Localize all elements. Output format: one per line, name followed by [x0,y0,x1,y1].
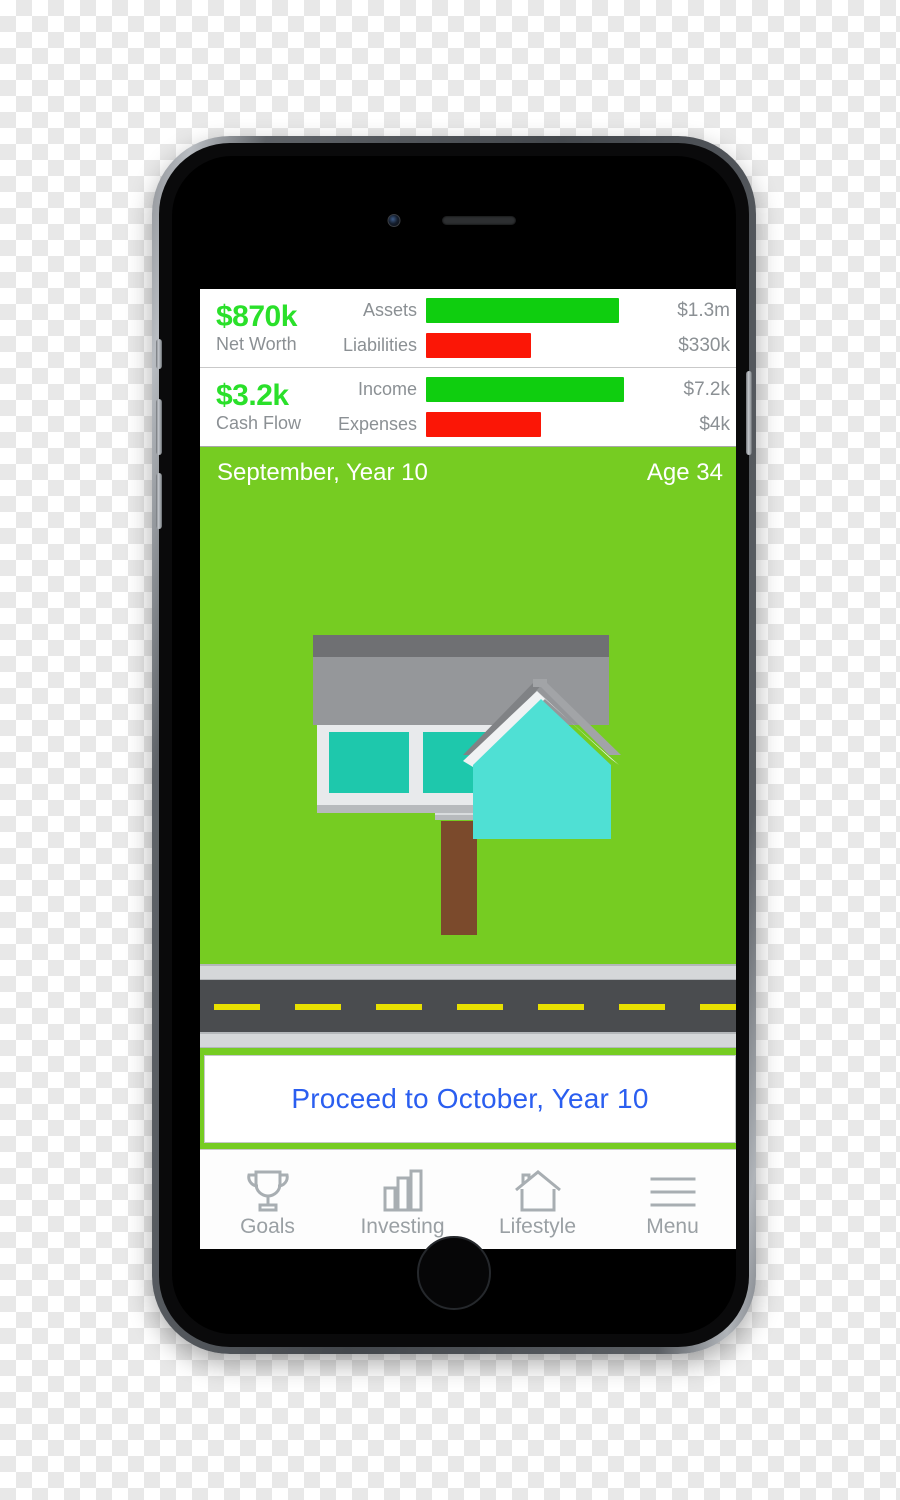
lane-dash [538,1004,584,1010]
asphalt [200,980,736,1032]
liabilities-bar-fill [426,333,532,358]
tab-menu-label: Menu [646,1215,699,1238]
lane-dash [619,1004,665,1010]
trophy-icon [243,1162,293,1214]
tab-goals[interactable]: Goals [200,1150,335,1249]
proceed-button[interactable]: Proceed to October, Year 10 [204,1055,736,1143]
earpiece-speaker-icon [442,216,516,225]
curb-bottom [200,1032,736,1048]
tab-investing[interactable]: Investing [335,1150,470,1249]
assets-bar-row: Assets $1.3m [334,298,730,323]
cash-flow-figure: $3.2k Cash Flow [216,378,328,435]
expenses-label: Expenses [337,414,417,434]
income-label: Income [357,379,417,399]
power-button[interactable] [746,371,752,455]
volume-down-button[interactable] [156,473,162,529]
liabilities-value: $330k [678,335,730,356]
current-age: Age 34 [646,459,723,486]
expenses-bar-track [426,412,692,437]
income-bar-fill [426,377,624,402]
house-svg [313,635,621,935]
silent-switch-button[interactable] [156,339,162,369]
volume-up-button[interactable] [156,399,162,455]
tab-lifestyle-label: Lifestyle [498,1215,577,1238]
lane-dash [376,1004,422,1010]
assets-value: $1.3m [677,300,730,321]
assets-label: Assets [362,300,417,320]
lane-dash [457,1004,503,1010]
cash-flow-amount: $3.2k [216,378,289,412]
assets-bar-fill [426,298,619,323]
liabilities-bar-row: Liabilities $330k [334,333,730,358]
proceed-button-label: Proceed to October, Year 10 [291,1083,649,1114]
income-value: $7.2k [683,379,730,400]
lifestyle-scene: September, Year 10 Age 34 [200,447,736,1050]
tab-goals-label: Goals [240,1215,295,1238]
income-bar-row: Income $7.2k [334,377,730,402]
cash-flow-summary[interactable]: $3.2k Cash Flow Income $7.2k Expenses $4… [200,368,736,447]
phone-body: $870k Net Worth Assets $1.3m Liabilities… [156,143,752,1347]
lane-dash [214,1004,260,1010]
cash-flow-bars: Income $7.2k Expenses $4k [328,377,730,437]
proceed-zone: Proceed to October, Year 10 [200,1050,736,1149]
bar-chart-icon [378,1162,428,1214]
net-worth-bars: Assets $1.3m Liabilities $330k [328,298,730,358]
date-age-bar: September, Year 10 Age 34 [200,447,736,487]
tab-investing-label: Investing [360,1215,445,1238]
road [200,964,736,1050]
lane-dash [700,1004,736,1010]
phone-device: $870k Net Worth Assets $1.3m Liabilities… [152,136,756,1354]
phone-glass: $870k Net Worth Assets $1.3m Liabilities… [172,156,736,1334]
front-camera-icon [387,214,401,227]
house-illustration [313,615,633,935]
liabilities-bar-track [426,333,671,358]
app-screen: $870k Net Worth Assets $1.3m Liabilities… [200,289,736,1249]
curb-top [200,964,736,980]
lane-dash [295,1004,341,1010]
expenses-bar-row: Expenses $4k [334,412,730,437]
cash-flow-label: Cash Flow [216,412,302,433]
net-worth-label: Net Worth [216,333,297,354]
net-worth-summary[interactable]: $870k Net Worth Assets $1.3m Liabilities… [200,289,736,368]
net-worth-figure: $870k Net Worth [216,299,328,356]
expenses-bar-fill [426,412,541,437]
income-bar-track [426,377,677,402]
home-button[interactable] [417,1236,491,1310]
tab-lifestyle[interactable]: Lifestyle [470,1150,605,1249]
assets-bar-track [426,298,670,323]
bottom-tab-bar: Goals Investing Lifestyle Menu [200,1149,736,1249]
house-icon [512,1162,564,1214]
expenses-value: $4k [699,414,730,435]
net-worth-amount: $870k [216,299,297,333]
liabilities-label: Liabilities [342,335,417,355]
hamburger-icon [647,1162,699,1214]
current-date: September, Year 10 [217,459,428,486]
tab-menu[interactable]: Menu [605,1150,736,1249]
